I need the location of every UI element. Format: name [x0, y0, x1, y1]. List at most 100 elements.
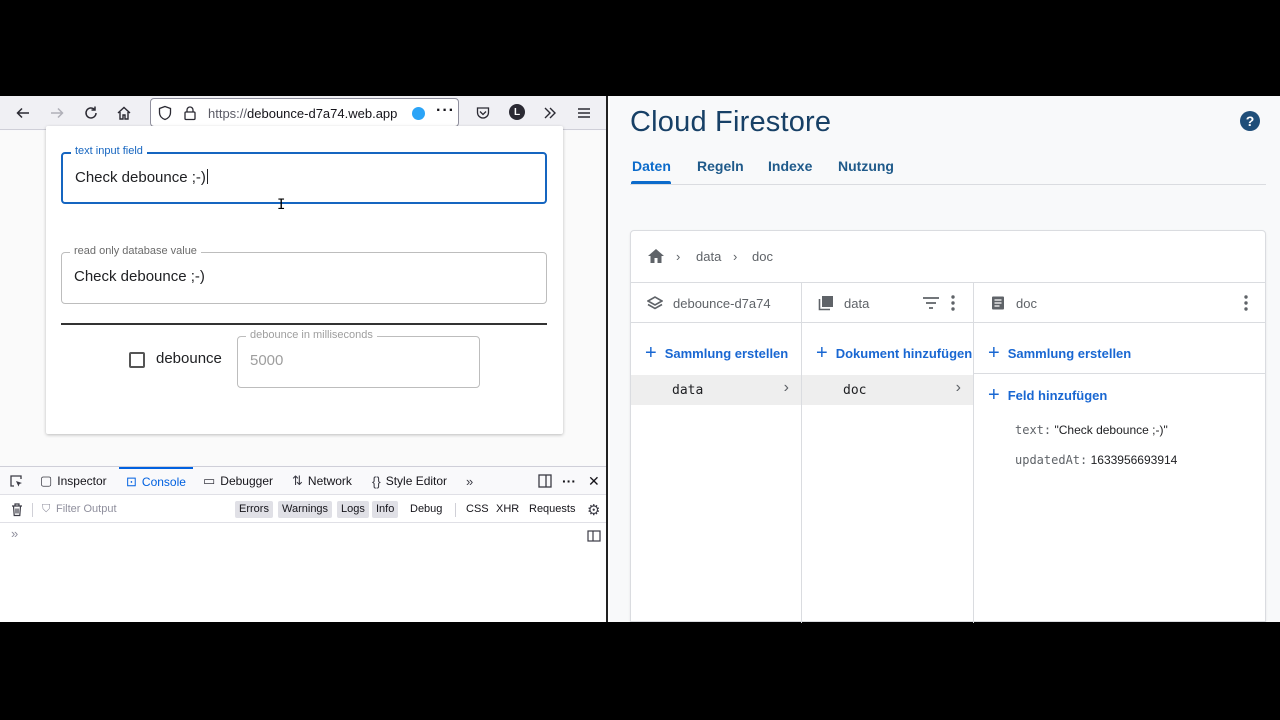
debounce-ms-input[interactable]: debounce in milliseconds 5000 — [237, 329, 480, 388]
help-icon[interactable]: ? — [1240, 111, 1260, 131]
breadcrumb-chevron-icon: › — [676, 249, 681, 264]
element-picker-icon[interactable] — [8, 467, 24, 495]
firefox-window: https://debounce-d7a74.web.app ··· L tex… — [0, 96, 608, 622]
url-bar[interactable]: https://debounce-d7a74.web.app ··· — [150, 98, 459, 127]
console-icon: ⊡ — [126, 474, 137, 489]
network-icon: ⇅ — [292, 473, 303, 488]
more-vert-icon[interactable] — [1244, 295, 1248, 311]
text-cursor-icon: I — [277, 197, 286, 213]
plus-icon: + — [988, 342, 1000, 364]
create-subcollection-button[interactable]: + Sammlung erstellen — [988, 343, 1131, 363]
firestore-db-icon — [647, 296, 663, 310]
document-column: doc + Sammlung erstellen + Feld hinzufügen… — [974, 283, 1265, 623]
add-field-button[interactable]: + Feld hinzufügen — [988, 385, 1107, 405]
hamburger-menu-icon[interactable] — [572, 101, 596, 125]
type-css[interactable]: CSS — [462, 501, 493, 518]
divider — [61, 323, 547, 325]
type-xhr[interactable]: XHR — [492, 501, 523, 518]
text-input-value: Check debounce ;-) — [75, 169, 208, 186]
home-icon[interactable] — [112, 101, 136, 125]
collection-icon — [818, 296, 833, 311]
level-info[interactable]: Info — [372, 501, 399, 518]
devtools-tabbar: ▢ Inspector ⊡ Console ▭ Debugger ⇅ Network {… — [0, 467, 606, 495]
list-item[interactable]: doc › — [802, 375, 973, 405]
level-errors[interactable]: Errors — [235, 501, 273, 518]
home-icon[interactable] — [647, 248, 665, 269]
tab-console[interactable]: ⊡ Console — [119, 467, 193, 495]
field-row-updatedat[interactable]: updatedAt: 1633956693914 — [1015, 453, 1177, 467]
level-logs[interactable]: Logs — [337, 501, 369, 518]
overflow-chevron-icon[interactable] — [538, 101, 562, 125]
debounce-checkbox-label[interactable]: debounce — [156, 350, 222, 367]
tab-inspector[interactable]: ▢ Inspector — [40, 467, 107, 495]
level-warnings[interactable]: Warnings — [278, 501, 333, 518]
filter-icon[interactable] — [922, 296, 940, 310]
collection-column: data + Dokument hinzufügen doc › — [802, 283, 974, 623]
style-editor-icon: {} — [372, 473, 381, 489]
browser-toolbar: https://debounce-d7a74.web.app ··· L — [0, 96, 606, 130]
list-item[interactable]: data › — [631, 375, 801, 405]
console-prompt[interactable]: » — [11, 526, 18, 541]
dock-side-icon[interactable] — [538, 467, 552, 495]
debounce-ms-value: 5000 — [250, 352, 284, 369]
plus-icon: + — [645, 342, 657, 364]
console-settings-gear-icon[interactable]: ⚙ — [587, 501, 600, 519]
breadcrumb-chevron-icon: › — [733, 249, 738, 264]
tabs-divider — [630, 184, 1266, 185]
document-column-header: doc — [974, 283, 1265, 323]
collection-column-header: data — [802, 283, 973, 323]
debounce-checkbox[interactable] — [129, 352, 145, 368]
tab-indexe[interactable]: Indexe — [768, 158, 812, 174]
page-title: Cloud Firestore — [630, 106, 832, 138]
breadcrumb-item-doc[interactable]: doc — [752, 249, 773, 264]
forward-icon[interactable] — [45, 101, 69, 125]
root-column-header: debounce-d7a74 — [631, 283, 801, 323]
breadcrumb: › data › doc — [631, 231, 1265, 283]
text-input-field[interactable]: text input field Check debounce ;-) I — [61, 145, 547, 213]
tab-nutzung[interactable]: Nutzung — [838, 158, 894, 174]
page-actions-icon[interactable]: ··· — [436, 102, 455, 120]
text-input-label: text input field — [71, 145, 147, 157]
document-icon — [992, 296, 1004, 310]
tab-regeln[interactable]: Regeln — [697, 158, 744, 174]
debugger-icon: ▭ — [203, 473, 216, 488]
level-debug[interactable]: Debug — [406, 501, 446, 518]
trash-icon[interactable] — [10, 502, 24, 522]
type-requests[interactable]: Requests — [525, 501, 579, 518]
tab-network[interactable]: ⇅ Network — [292, 467, 352, 495]
filter-output-input[interactable]: Filter Output — [56, 503, 117, 515]
form-card: text input field Check debounce ;-) I re… — [46, 126, 563, 434]
more-vert-icon[interactable] — [951, 295, 955, 311]
url-text: https://debounce-d7a74.web.app — [208, 106, 398, 121]
screen: https://debounce-d7a74.web.app ··· L tex… — [0, 96, 1280, 623]
account-avatar[interactable]: L — [509, 104, 525, 120]
reload-icon[interactable] — [79, 101, 103, 125]
root-column: debounce-d7a74 + Sammlung erstellen data … — [631, 283, 802, 623]
devtools-panel: ▢ Inspector ⊡ Console ▭ Debugger ⇅ Network {… — [0, 466, 606, 622]
back-icon[interactable] — [11, 101, 35, 125]
more-tabs-chevron-icon[interactable]: » — [466, 467, 473, 495]
tab-style-editor[interactable]: {} Style Editor — [372, 467, 447, 495]
console-filter-bar: ⛉ Filter Output Errors Warnings Logs Inf… — [0, 496, 606, 523]
split-console-icon[interactable] — [587, 529, 601, 547]
shield-icon[interactable] — [157, 105, 173, 121]
plus-icon: + — [816, 342, 828, 364]
tab-daten[interactable]: Daten — [632, 158, 671, 174]
close-icon[interactable]: ✕ — [588, 467, 600, 495]
pocket-icon[interactable] — [471, 101, 495, 125]
lock-icon[interactable] — [182, 105, 198, 121]
devtools-menu-icon[interactable]: ··· — [562, 467, 576, 495]
extension-icon[interactable] — [412, 107, 425, 120]
field-row-text[interactable]: text: "Check debounce ;-)" — [1015, 423, 1168, 437]
inspector-icon: ▢ — [40, 473, 53, 488]
plus-icon: + — [988, 384, 1000, 406]
add-document-button[interactable]: + Dokument hinzufügen — [816, 343, 972, 363]
debounce-ms-label: debounce in milliseconds — [246, 329, 377, 341]
readonly-db-value: Check debounce ;-) — [74, 268, 205, 285]
create-collection-button[interactable]: + Sammlung erstellen — [645, 343, 788, 363]
chevron-right-icon: › — [955, 379, 961, 396]
readonly-db-label: read only database value — [70, 245, 201, 257]
breadcrumb-item-data[interactable]: data — [696, 249, 721, 264]
tab-debugger[interactable]: ▭ Debugger — [203, 467, 273, 495]
readonly-db-field: read only database value Check debounce … — [61, 245, 547, 304]
